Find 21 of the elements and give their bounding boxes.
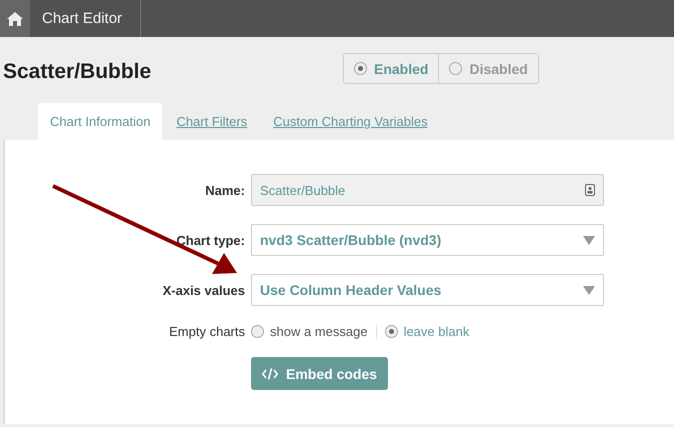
page-title: Scatter/Bubble bbox=[3, 60, 152, 84]
dropdown-caret-icon bbox=[583, 236, 595, 244]
tab[interactable]: Chart Information bbox=[38, 103, 162, 140]
field-label: Chart type: bbox=[175, 232, 245, 248]
field-label: Empty charts bbox=[168, 324, 245, 339]
chart-type-select[interactable]: nvd3 Scatter/Bubble (nvd3) bbox=[251, 224, 604, 256]
contact-card-icon bbox=[585, 184, 595, 196]
breadcrumb-link[interactable]: Chart Editor bbox=[30, 0, 142, 37]
code-icon bbox=[262, 368, 278, 380]
tab[interactable]: Chart Filters bbox=[164, 103, 260, 140]
status-option[interactable]: Disabled bbox=[438, 54, 538, 83]
radio-option[interactable]: leave blank bbox=[384, 324, 470, 339]
tab[interactable]: Custom Charting Variables bbox=[261, 103, 440, 140]
status-option[interactable]: Enabled bbox=[344, 54, 438, 83]
home-icon[interactable] bbox=[7, 12, 23, 26]
field-label: X-axis values bbox=[162, 282, 245, 298]
radio-option[interactable]: show a message bbox=[251, 324, 368, 339]
embed-codes-button[interactable]: Embed codes bbox=[251, 357, 388, 390]
dropdown-caret-icon bbox=[583, 286, 595, 294]
x-axis-select[interactable]: Use Column Header Values bbox=[251, 274, 604, 306]
field-label: Name: bbox=[204, 182, 245, 198]
